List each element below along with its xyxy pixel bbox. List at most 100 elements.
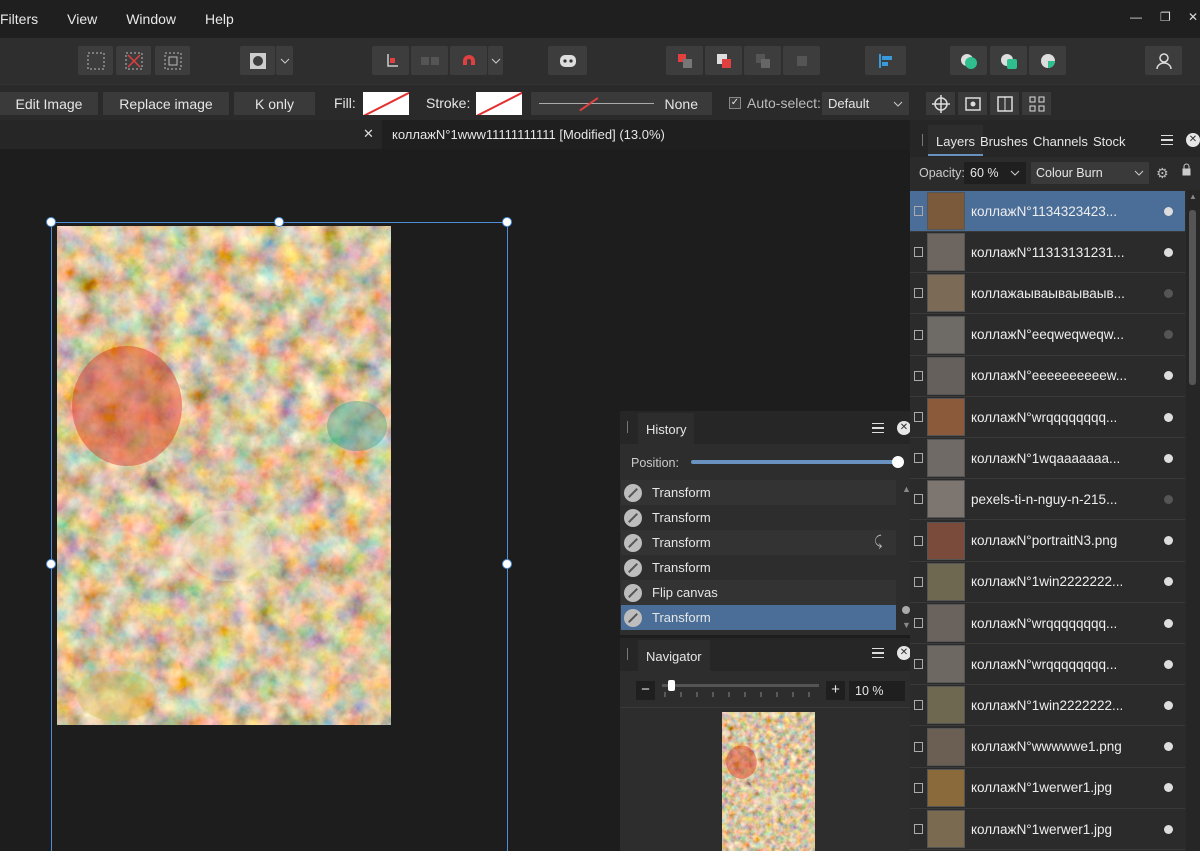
history-item[interactable]: Flip canvas (621, 580, 896, 605)
navigator-preview[interactable] (722, 712, 815, 851)
history-close-icon[interactable]: ✕ (897, 421, 911, 435)
tab-stock[interactable]: Stock (1085, 125, 1134, 156)
visibility-toggle-icon[interactable] (1164, 453, 1173, 463)
k-only-button[interactable]: K only (234, 92, 315, 115)
scroll-up-icon[interactable]: ▲ (1189, 192, 1197, 201)
scroll-thumb[interactable] (1189, 210, 1196, 385)
layer-row[interactable]: коллажN°1win2222222... (910, 685, 1185, 727)
invert-selection-icon[interactable] (155, 46, 190, 75)
history-item[interactable]: Transform (621, 530, 896, 555)
layer-row[interactable]: pexels-ti-n-nguy-n-215... (910, 479, 1185, 521)
select-all-icon[interactable] (78, 46, 113, 75)
zoom-slider-thumb[interactable] (668, 680, 675, 691)
visibility-toggle-icon[interactable] (1164, 742, 1173, 752)
boolean-subtract-icon[interactable] (990, 46, 1027, 75)
bounding-box-icon[interactable] (990, 92, 1019, 115)
layers-menu-icon[interactable] (1161, 135, 1173, 145)
fill-swatch[interactable] (363, 92, 409, 115)
force-pixel-alignment-icon[interactable] (411, 46, 448, 75)
visibility-toggle-icon[interactable] (1164, 330, 1173, 340)
visibility-toggle-icon[interactable] (1164, 536, 1173, 546)
layers-close-icon[interactable]: ✕ (1186, 133, 1200, 147)
zoom-value[interactable]: 10 % (849, 681, 905, 701)
menu-window[interactable]: Window (126, 11, 176, 27)
lock-icon[interactable] (1182, 163, 1191, 176)
navigator-menu-icon[interactable] (872, 648, 884, 658)
layer-row[interactable]: коллажN°1wqaaaaaaa... (910, 438, 1185, 480)
scroll-thumb[interactable] (902, 606, 910, 614)
visibility-toggle-icon[interactable] (1164, 783, 1173, 793)
close-document-icon[interactable]: ✕ (363, 126, 374, 142)
menu-view[interactable]: View (67, 11, 97, 27)
menu-help[interactable]: Help (205, 11, 234, 27)
autoselect-checkbox[interactable]: ✓ (729, 97, 741, 109)
move-to-front-icon[interactable] (783, 46, 820, 75)
layers-scrollbar[interactable]: ▲ (1186, 190, 1200, 851)
visibility-toggle-icon[interactable] (1164, 700, 1173, 710)
restore-button[interactable]: ❐ (1160, 10, 1171, 24)
quick-mask-dropdown-icon[interactable] (276, 46, 293, 75)
visibility-toggle-icon[interactable] (1164, 371, 1173, 381)
deselect-icon[interactable] (116, 46, 151, 75)
visibility-toggle-icon[interactable] (1164, 494, 1173, 504)
layer-row[interactable]: коллажN°portraitN3.png (910, 521, 1185, 562)
visibility-toggle-icon[interactable] (1164, 412, 1173, 422)
move-back-one-icon[interactable] (705, 46, 742, 75)
transform-origin-icon[interactable] (958, 92, 987, 115)
layer-row[interactable]: коллажN°wrqqqqqqqq... (910, 644, 1185, 686)
position-slider-track[interactable] (691, 460, 896, 464)
visibility-toggle-icon[interactable] (1164, 577, 1173, 587)
transform-handle[interactable] (46, 559, 56, 569)
assistant-icon[interactable] (548, 46, 587, 75)
visibility-toggle-icon[interactable] (1164, 618, 1173, 628)
menu-filters[interactable]: Filters (0, 11, 38, 27)
move-forward-one-icon[interactable] (744, 46, 781, 75)
account-icon[interactable] (1145, 46, 1182, 75)
move-to-back-icon[interactable] (666, 46, 703, 75)
opacity-dropdown[interactable]: 60 % (964, 162, 1026, 184)
document-tab[interactable]: коллажN°1www11111111111 [Modified] (13.0… (382, 120, 915, 149)
history-item[interactable]: Transform (621, 555, 896, 580)
transform-handle[interactable] (274, 217, 284, 227)
selection-bounding-box[interactable] (51, 222, 508, 851)
visibility-toggle-icon[interactable] (1164, 206, 1173, 216)
boolean-add-icon[interactable] (950, 46, 987, 75)
quick-mask-icon[interactable] (240, 46, 275, 75)
boolean-intersect-icon[interactable] (1029, 46, 1066, 75)
layer-row[interactable]: коллажN°eeeeeeeeeew... (910, 356, 1185, 397)
navigator-close-icon[interactable]: ✕ (897, 646, 911, 660)
layer-row[interactable]: коллажN°wrqqqqqqqq... (910, 603, 1185, 644)
layer-row[interactable]: коллажN°11313131231... (910, 232, 1185, 274)
tab-navigator[interactable]: Navigator (638, 640, 710, 671)
transform-handle[interactable] (502, 217, 512, 227)
layer-row-selected[interactable]: коллажN°1134323423... (910, 191, 1185, 232)
position-slider-thumb[interactable] (892, 456, 904, 468)
close-window-button[interactable]: ✕ (1188, 10, 1198, 24)
tab-history[interactable]: History (638, 413, 695, 444)
layer-row[interactable]: коллажN°wrqqqqqqqq... (910, 397, 1185, 438)
zoom-out-button[interactable]: − (636, 681, 655, 700)
blend-mode-dropdown[interactable]: Colour Burn (1031, 162, 1149, 184)
replace-image-button[interactable]: Replace image (103, 92, 229, 115)
snapping-dropdown-icon[interactable] (488, 46, 503, 75)
visibility-toggle-icon[interactable] (1164, 288, 1173, 298)
magnet-icon[interactable] (450, 46, 487, 75)
zoom-in-button[interactable]: + (826, 681, 845, 700)
edit-image-button[interactable]: Edit Image (0, 92, 98, 115)
autoselect-dropdown[interactable]: Default (822, 92, 909, 115)
visibility-toggle-icon[interactable] (1164, 824, 1173, 834)
layer-row[interactable]: коллажаываываываыв... (910, 273, 1185, 315)
history-item[interactable]: Transform (621, 480, 896, 505)
transform-handle[interactable] (502, 559, 512, 569)
gear-icon[interactable]: ⚙ (1156, 165, 1169, 182)
layer-row[interactable]: коллажN°1werwer1.jpg (910, 809, 1185, 850)
visibility-toggle-icon[interactable] (1164, 659, 1173, 669)
history-item-selected[interactable]: Transform (621, 605, 896, 630)
stroke-style-selector[interactable]: None (531, 92, 712, 115)
align-icon[interactable] (865, 46, 906, 75)
grid-icon[interactable] (1022, 92, 1051, 115)
history-menu-icon[interactable] (872, 423, 884, 433)
layer-row[interactable]: коллажN°1werwer1.jpg (910, 768, 1185, 809)
snapping-icon[interactable] (372, 46, 409, 75)
layer-row[interactable]: коллажN°wwwwwe1.png (910, 727, 1185, 768)
